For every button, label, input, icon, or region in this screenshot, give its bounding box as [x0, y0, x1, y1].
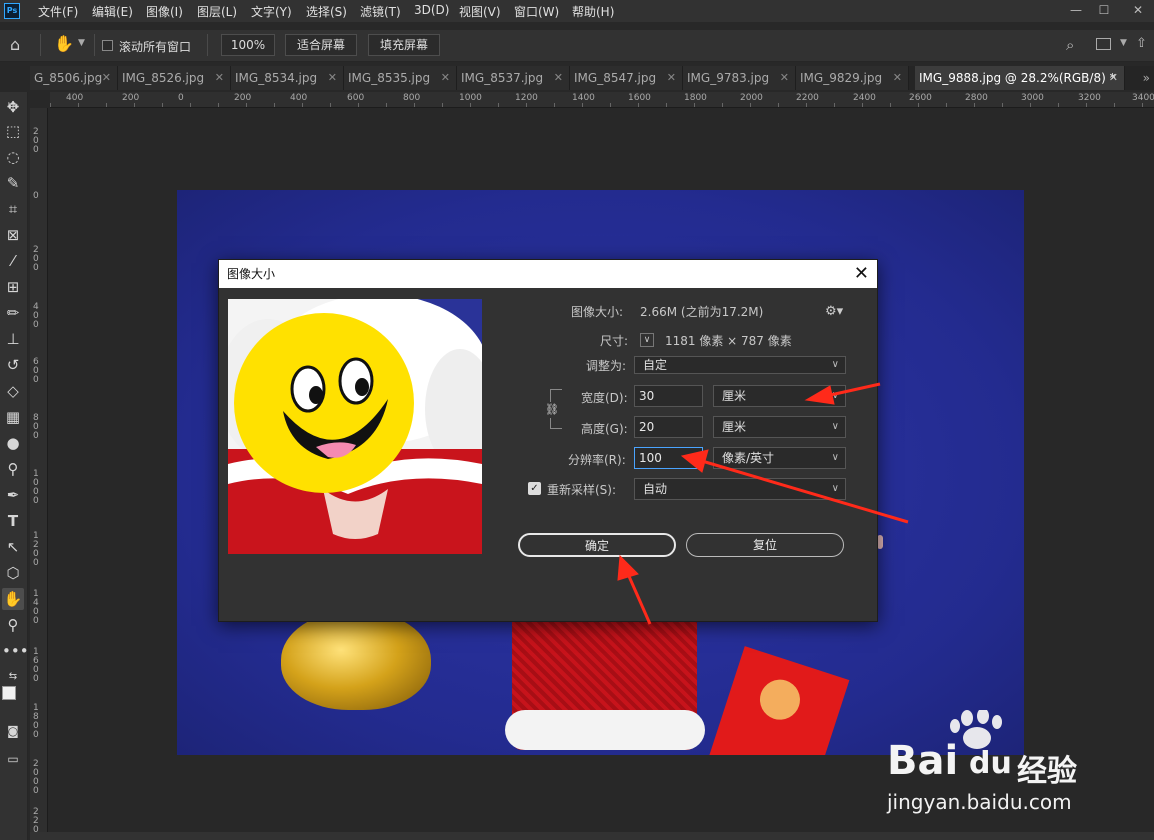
watermark-brand-left: Bai	[887, 738, 959, 784]
arrow-to-resolution	[680, 449, 909, 524]
baidu-watermark: Bai du 经验	[887, 708, 1117, 790]
watermark-brand-right: 经验	[1017, 754, 1077, 789]
watermark-brand-mid: du	[969, 746, 1012, 781]
photoshop-window: Ps 文件(F) 编辑(E) 图像(I) 图层(L) 文字(Y) 选择(S) 滤…	[0, 0, 1154, 840]
watermark-url: jingyan.baidu.com	[887, 790, 1072, 814]
status-bar	[30, 832, 1154, 840]
arrow-to-ok	[617, 554, 652, 625]
arrow-to-width-unit	[804, 382, 881, 405]
